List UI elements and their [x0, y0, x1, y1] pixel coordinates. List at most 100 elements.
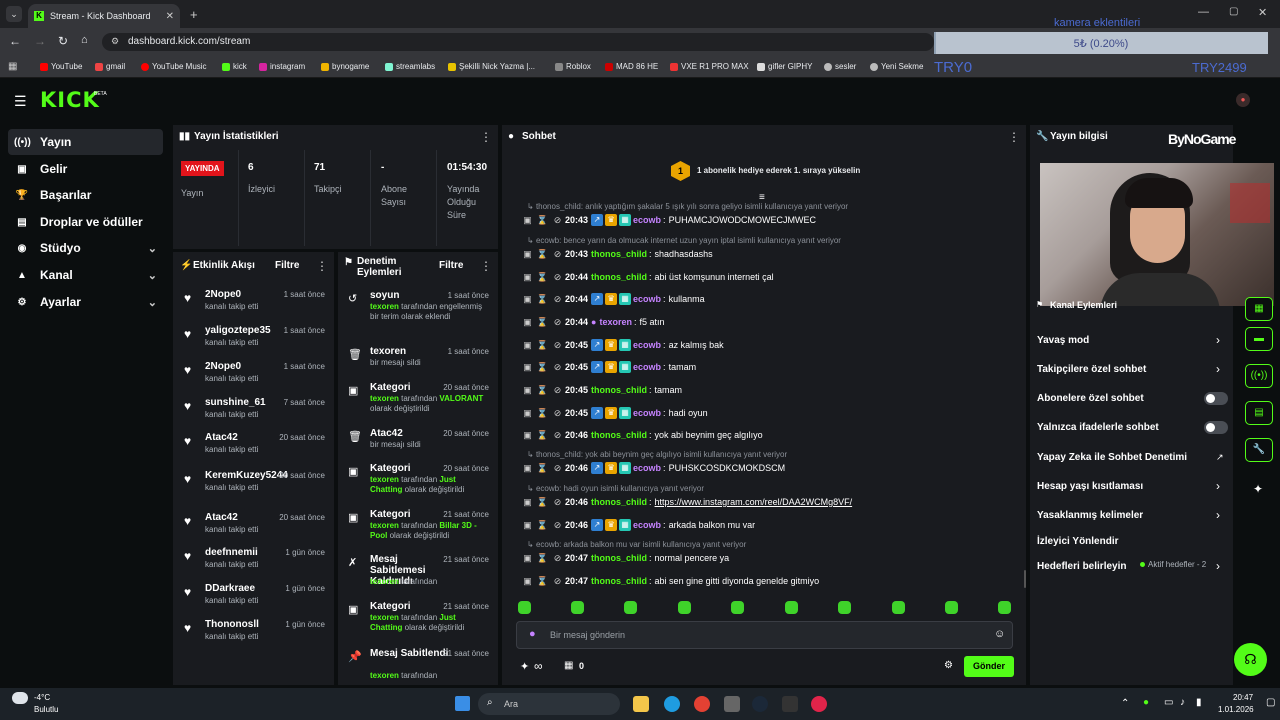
- ban-icon[interactable]: ⊘: [550, 408, 565, 419]
- tab-close-icon[interactable]: ✕: [166, 11, 174, 22]
- taskbar-search[interactable]: ⌕ Ara: [478, 693, 620, 715]
- delete-message-icon[interactable]: ▣: [520, 463, 535, 474]
- timeout-icon[interactable]: ⌛: [535, 520, 550, 531]
- delete-message-icon[interactable]: ▣: [520, 553, 535, 564]
- message-username[interactable]: thonos_child: [591, 497, 647, 507]
- notification-icon[interactable]: ▢: [1266, 697, 1275, 708]
- store-icon[interactable]: ▦: [564, 660, 573, 671]
- app-red-icon[interactable]: [811, 696, 827, 712]
- emote-icon[interactable]: [838, 601, 851, 614]
- sidebar-item-basarilar[interactable]: 🏆 Başarılar: [8, 182, 163, 208]
- ban-icon[interactable]: ⊘: [550, 215, 565, 226]
- setting-label[interactable]: Abonelere özel sohbet: [1037, 393, 1144, 404]
- ban-icon[interactable]: ⊘: [550, 317, 565, 328]
- setting-label[interactable]: Yalnızca ifadelerle sohbet: [1037, 422, 1159, 433]
- chevron-right-icon[interactable]: ›: [1216, 508, 1220, 522]
- bookmark-bynogame[interactable]: bynogame: [321, 62, 369, 71]
- ban-icon[interactable]: ⊘: [550, 497, 565, 508]
- quick-store-button[interactable]: ▤: [1245, 401, 1273, 425]
- bookmark-vxe[interactable]: VXE R1 PRO MAX: [670, 62, 749, 71]
- timeout-icon[interactable]: ⌛: [535, 385, 550, 396]
- quick-wrench-button[interactable]: 🔧: [1245, 438, 1273, 462]
- moderation-actor[interactable]: texoren: [370, 671, 399, 680]
- moderation-menu-icon[interactable]: ⋮: [480, 259, 492, 273]
- windows-start-icon[interactable]: [455, 696, 470, 711]
- sidebar-item-kanal[interactable]: ▲ Kanal ⌄: [8, 262, 163, 288]
- chat-input-box[interactable]: ● Bir mesaj gönderin ☺: [516, 621, 1013, 649]
- browser-tab-active[interactable]: K Stream - Kick Dashboard ✕: [28, 4, 180, 28]
- message-username[interactable]: thonos_child: [591, 249, 647, 259]
- ban-icon[interactable]: ⊘: [550, 520, 565, 531]
- emote-icon[interactable]: [518, 601, 531, 614]
- emote-icon[interactable]: [945, 601, 958, 614]
- window-close-icon[interactable]: ✕: [1258, 6, 1267, 19]
- ban-icon[interactable]: ⊘: [550, 294, 565, 305]
- bookmark-streamlabs[interactable]: streamlabs: [385, 62, 435, 71]
- moderation-filter-button[interactable]: Filtre: [439, 260, 463, 271]
- message-username[interactable]: ecowb: [633, 294, 661, 304]
- message-username[interactable]: ecowb: [633, 340, 661, 350]
- chevron-right-icon[interactable]: ›: [1216, 362, 1220, 376]
- ban-icon[interactable]: ⊘: [550, 362, 565, 373]
- message-link[interactable]: https://www.instagram.com/reel/DAA2WCMg8…: [655, 497, 853, 507]
- timeout-icon[interactable]: ⌛: [535, 497, 550, 508]
- back-icon[interactable]: ←: [9, 34, 21, 48]
- moderation-actor[interactable]: texoren: [370, 394, 399, 403]
- setting-toggle[interactable]: [1204, 421, 1228, 434]
- bookmark-mad86[interactable]: MAD 86 HE: [605, 62, 658, 71]
- quick-chat-button[interactable]: ▬: [1245, 327, 1273, 351]
- chevron-right-icon[interactable]: ›: [1216, 333, 1220, 347]
- sidebar-item-yayin[interactable]: ((•)) Yayın: [8, 129, 163, 155]
- bookmark-instagram[interactable]: instagram: [259, 62, 305, 71]
- activity-username[interactable]: deefnnemii: [205, 547, 258, 558]
- message-username[interactable]: ecowb: [633, 463, 661, 473]
- timeout-icon[interactable]: ⌛: [535, 408, 550, 419]
- store-app-icon[interactable]: [724, 696, 740, 712]
- emote-icon[interactable]: [892, 601, 905, 614]
- emoji-picker-icon[interactable]: ☺: [994, 628, 1005, 640]
- file-explorer-icon[interactable]: [633, 696, 649, 712]
- timeout-icon[interactable]: ⌛: [535, 249, 550, 260]
- minimize-icon[interactable]: —: [1198, 6, 1209, 18]
- more-actions-icon[interactable]: ✦: [1253, 482, 1263, 496]
- emote-icon[interactable]: [678, 601, 691, 614]
- delete-message-icon[interactable]: ▣: [520, 497, 535, 508]
- network-icon[interactable]: ▭: [1164, 697, 1173, 708]
- delete-message-icon[interactable]: ▣: [520, 576, 535, 587]
- delete-message-icon[interactable]: ▣: [520, 294, 535, 305]
- timeout-icon[interactable]: ⌛: [535, 362, 550, 373]
- ban-icon[interactable]: ⊘: [550, 553, 565, 564]
- bookmark-youtube-music[interactable]: YouTube Music: [141, 62, 207, 71]
- moderation-actor[interactable]: texoren: [370, 613, 399, 622]
- ban-icon[interactable]: ⊘: [550, 463, 565, 474]
- activity-username[interactable]: Atac42: [205, 432, 238, 443]
- tray-mic-icon[interactable]: ●: [1143, 697, 1149, 708]
- message-username[interactable]: thonos_child: [591, 385, 647, 395]
- apps-grid-icon[interactable]: ▦: [8, 61, 17, 72]
- delete-message-icon[interactable]: ▣: [520, 385, 535, 396]
- emote-icon[interactable]: [571, 601, 584, 614]
- ban-icon[interactable]: ⊘: [550, 576, 565, 587]
- moderation-actor[interactable]: texoren: [370, 521, 399, 530]
- chrome-icon[interactable]: [694, 696, 710, 712]
- message-username[interactable]: ecowb: [633, 215, 661, 225]
- timeout-icon[interactable]: ⌛: [535, 215, 550, 226]
- chevron-right-icon[interactable]: ›: [1216, 559, 1220, 573]
- external-link-icon[interactable]: ↗: [1216, 452, 1224, 463]
- moderation-actor[interactable]: texoren: [370, 302, 399, 311]
- timeout-icon[interactable]: ⌛: [535, 272, 550, 283]
- bookmark-kick[interactable]: kick: [222, 62, 247, 71]
- message-username[interactable]: thonos_child: [591, 553, 647, 563]
- timeout-icon[interactable]: ⌛: [535, 430, 550, 441]
- delete-message-icon[interactable]: ▣: [520, 520, 535, 531]
- battery-icon[interactable]: ▮: [1196, 697, 1202, 708]
- activity-username[interactable]: Atac42: [205, 512, 238, 523]
- bookmark-yeni-sekme[interactable]: Yeni Sekme: [870, 62, 923, 71]
- quick-broadcast-button[interactable]: ((•)): [1245, 364, 1273, 388]
- setting-toggle[interactable]: [1204, 392, 1228, 405]
- delete-message-icon[interactable]: ▣: [520, 408, 535, 419]
- activity-username[interactable]: Thononosll: [205, 619, 259, 630]
- activity-menu-icon[interactable]: ⋮: [316, 259, 328, 273]
- setting-label[interactable]: İzleyici Yönlendir: [1037, 536, 1119, 547]
- timeout-icon[interactable]: ⌛: [535, 463, 550, 474]
